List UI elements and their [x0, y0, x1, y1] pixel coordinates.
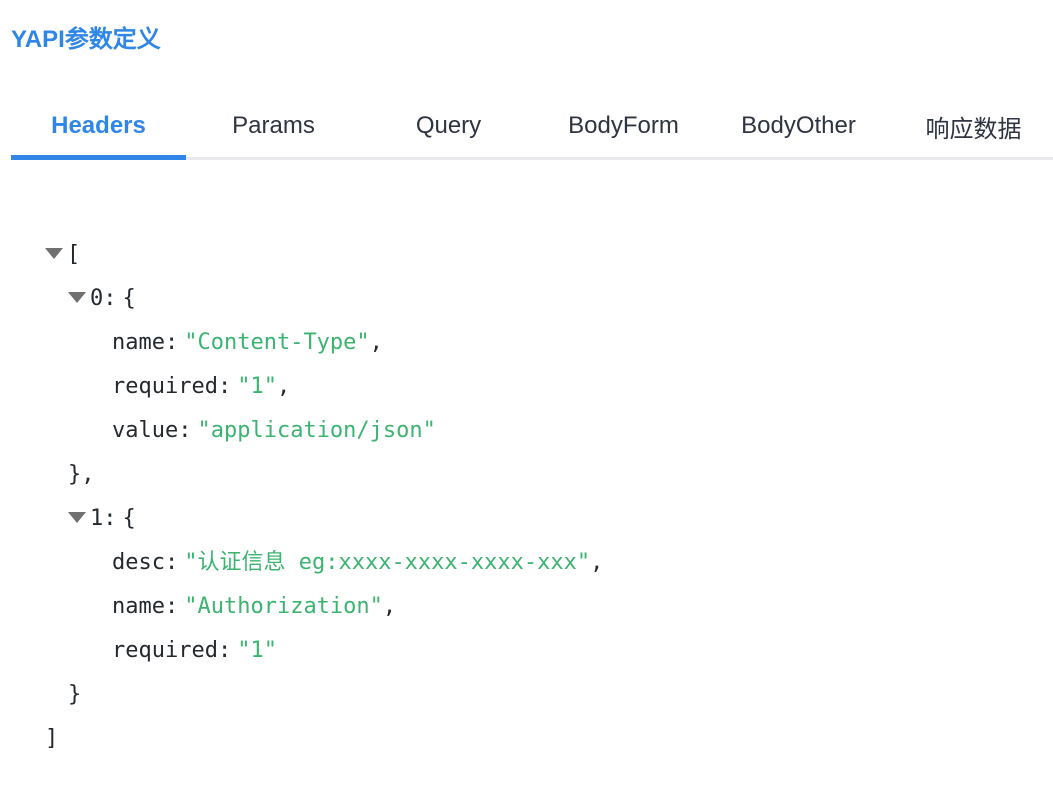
json-string-value: "1"	[237, 374, 277, 399]
json-string-value: "application/json"	[197, 418, 436, 443]
json-field: desc: "认证信息 eg:xxxx-xxxx-xxxx-xxx",	[112, 550, 604, 575]
tab-label: Query	[415, 112, 482, 139]
json-string-value: "Content-Type"	[184, 330, 370, 355]
page-title: YAPI参数定义	[11, 26, 161, 53]
json-root-open: [	[45, 233, 80, 277]
json-index: 0	[90, 286, 104, 311]
json-field: name: "Content-Type",	[112, 330, 383, 355]
json-key: name	[112, 594, 165, 619]
json-item-1-header: 1:{	[68, 497, 136, 541]
json-string-value: "Authorization"	[184, 594, 383, 619]
caret-down-icon[interactable]	[68, 511, 86, 523]
tab-query[interactable]: Query	[361, 95, 536, 157]
json-field: name: "Authorization",	[112, 594, 397, 619]
json-key: name	[112, 330, 165, 355]
json-key: required	[112, 638, 218, 663]
json-field: required: "1",	[112, 374, 291, 399]
active-tab-indicator	[11, 155, 186, 160]
tab-response-data[interactable]: 响应数据	[886, 95, 1053, 157]
tab-label: Params	[232, 112, 315, 139]
json-string-value: "认证信息 eg:xxxx-xxxx-xxxx-xxx"	[184, 550, 591, 575]
tab-label: BodyForm	[568, 112, 679, 139]
json-root-close: ]	[45, 726, 59, 751]
tab-bar: Headers Params Query BodyForm BodyOther …	[11, 95, 1053, 160]
tab-label: Headers	[51, 112, 146, 139]
tab-params[interactable]: Params	[186, 95, 361, 157]
tab-label: BodyOther	[741, 112, 856, 139]
json-string-value: "1"	[237, 638, 277, 663]
json-key: desc	[112, 550, 165, 575]
json-item-0-header: 0:{	[68, 277, 136, 321]
tab-headers[interactable]: Headers	[11, 95, 186, 160]
json-index: 1	[90, 506, 104, 531]
caret-down-icon[interactable]	[45, 247, 63, 259]
tab-bodyform[interactable]: BodyForm	[536, 95, 711, 157]
json-item-1-close: }	[68, 682, 82, 707]
json-field: value: "application/json"	[112, 418, 436, 443]
json-key: value	[112, 418, 179, 443]
json-field: required: "1"	[112, 638, 277, 663]
json-key: required	[112, 374, 218, 399]
caret-down-icon[interactable]	[68, 291, 86, 303]
tab-label: 响应数据	[925, 115, 1022, 143]
tab-bodyother[interactable]: BodyOther	[711, 95, 886, 157]
json-item-0-close: },	[68, 462, 95, 487]
